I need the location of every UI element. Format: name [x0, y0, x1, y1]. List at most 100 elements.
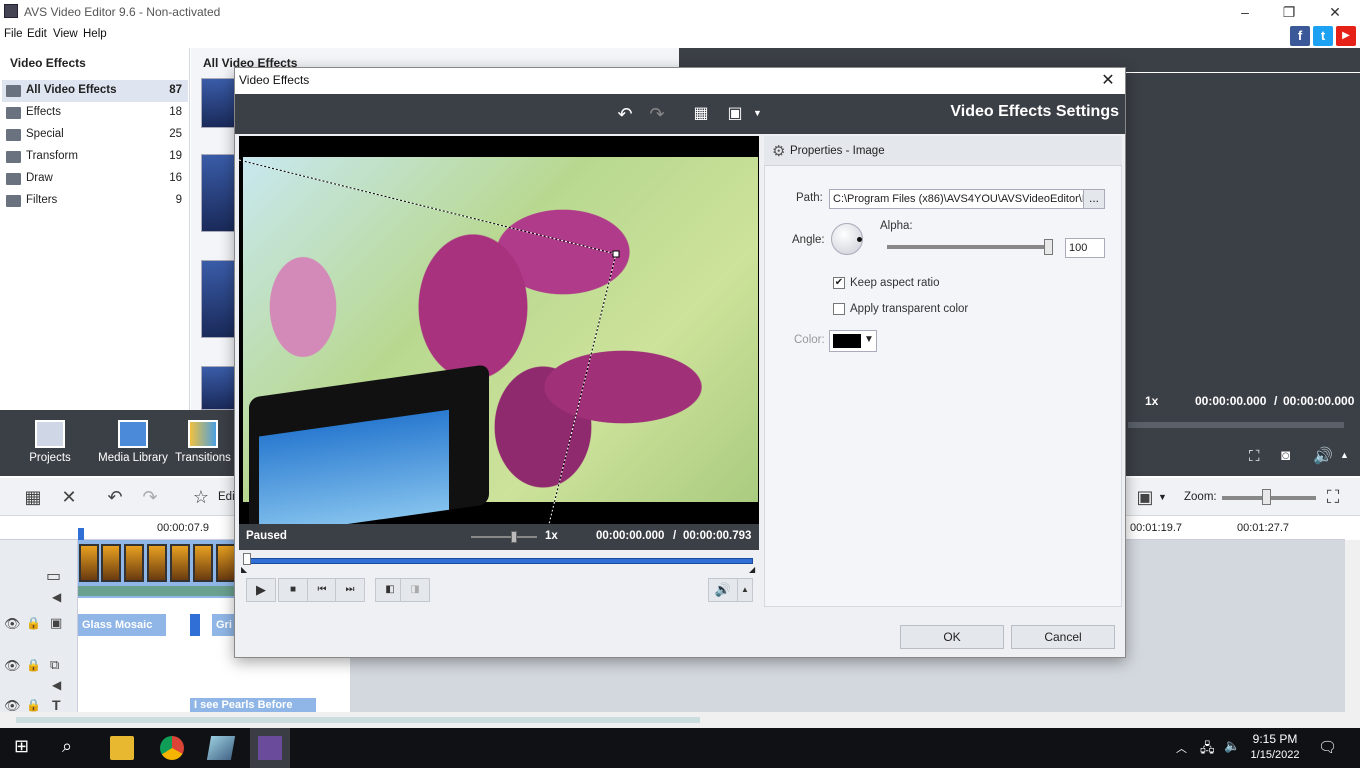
undo-icon[interactable]: ↶ — [104, 486, 126, 508]
nav-media-library[interactable]: Media Library — [93, 416, 173, 472]
scrollbar-thumb[interactable] — [16, 717, 700, 723]
eye-icon[interactable]: 👁 — [4, 616, 21, 632]
windows-start-icon[interactable]: ⊞ — [14, 736, 38, 760]
transform-outline[interactable] — [239, 136, 759, 550]
menu-edit[interactable]: Edit — [27, 28, 47, 40]
lock-icon[interactable]: 🔒 — [26, 698, 41, 712]
minimize-button[interactable]: – — [1236, 3, 1254, 21]
clock-time[interactable]: 9:15 PM — [1250, 732, 1300, 746]
angle-knob[interactable] — [831, 223, 863, 255]
category-draw[interactable]: Draw 16 — [2, 168, 188, 190]
color-picker[interactable]: ▼ — [829, 330, 877, 352]
redo-icon[interactable]: ↷ — [139, 486, 161, 508]
delete-icon[interactable]: ✕ — [58, 486, 80, 508]
app-icon-2[interactable] — [206, 736, 236, 760]
effect-clip-grid[interactable]: Gri — [212, 614, 234, 636]
fit-timeline-icon[interactable]: ⛶ — [1322, 486, 1344, 508]
notifications-icon[interactable]: 🗨 — [1318, 738, 1337, 756]
previous-frame-button[interactable]: ⏮ — [307, 578, 337, 602]
edit-effect-icon[interactable]: ☆ — [190, 486, 212, 508]
category-all-video-effects[interactable]: All Video Effects 87 — [2, 80, 188, 102]
chevron-up-icon[interactable]: ︿ — [1176, 740, 1187, 756]
nav-projects[interactable]: Projects — [10, 416, 90, 472]
undo-icon[interactable]: ↶ — [613, 103, 637, 125]
playhead[interactable] — [78, 528, 84, 540]
lock-icon[interactable]: 🔒 — [26, 658, 41, 672]
snapshot-icon[interactable]: ◙ — [1281, 447, 1290, 464]
start-marker-icon[interactable]: ◣ — [241, 565, 247, 574]
dialog-close-icon[interactable]: ✕ — [1099, 70, 1117, 90]
category-special[interactable]: Special 25 — [2, 124, 188, 146]
path-field[interactable]: C:\Program Files (x86)\AVS4YOU\AVSVideoE… — [829, 189, 1089, 209]
nav-label: Projects — [29, 452, 71, 464]
grid-icon[interactable]: ▦ — [689, 103, 713, 125]
preview-time-current: 00:00:00.000 — [1195, 394, 1267, 408]
maximize-button[interactable]: ❐ — [1280, 3, 1298, 21]
twitter-icon[interactable]: t — [1313, 26, 1333, 46]
stop-button[interactable]: ■ — [278, 578, 308, 602]
transparent-color-label[interactable]: Apply transparent color — [850, 303, 968, 315]
keep-aspect-label[interactable]: Keep aspect ratio — [850, 277, 940, 289]
menu-help[interactable]: Help — [83, 28, 107, 40]
overlay-track-icon: ⧉ — [50, 657, 60, 672]
effect-clip-glass-mosaic[interactable]: Glass Mosaic — [78, 614, 166, 636]
category-filters[interactable]: Filters 9 — [2, 190, 188, 212]
dialog-title: Video Effects — [239, 73, 310, 87]
chevron-down-icon[interactable]: ▼ — [753, 108, 762, 118]
keep-aspect-checkbox[interactable]: ✔ — [833, 277, 845, 289]
alpha-slider[interactable] — [887, 245, 1051, 249]
lock-icon[interactable]: 🔒 — [26, 616, 41, 630]
fullscreen-icon[interactable]: ⛶ — [1249, 448, 1260, 465]
clock-date[interactable]: 1/15/2022 — [1250, 749, 1300, 761]
category-count: 9 — [175, 194, 182, 206]
seek-knob[interactable] — [243, 553, 251, 565]
nav-transitions[interactable]: Transitions — [173, 416, 233, 472]
storyboard-icon[interactable]: ▦ — [22, 486, 44, 508]
speaker-icon[interactable]: 🔈 — [1224, 738, 1240, 754]
effect-clip-selected[interactable] — [190, 614, 200, 636]
end-marker-icon[interactable]: ◢ — [749, 565, 755, 574]
seek-bar[interactable] — [245, 558, 753, 564]
alpha-input[interactable]: 100 — [1065, 238, 1105, 258]
volume-icon[interactable]: 🔊 — [1313, 446, 1333, 466]
search-icon[interactable]: ⌕ — [62, 736, 86, 760]
cancel-button[interactable]: Cancel — [1011, 625, 1115, 649]
transform-handle[interactable] — [612, 250, 620, 258]
menu-view[interactable]: View — [53, 28, 78, 40]
chevron-down-icon[interactable]: ▼ — [864, 334, 874, 345]
preview-scrub-bar[interactable] — [1128, 422, 1344, 428]
chevron-down-icon[interactable]: ▼ — [1158, 492, 1167, 502]
avs-video-editor-icon[interactable] — [258, 736, 282, 760]
monitor-icon[interactable]: ▣ — [1134, 486, 1156, 508]
volume-up-arrow-icon[interactable]: ▲ — [737, 578, 753, 602]
browse-button[interactable]: ... — [1083, 189, 1105, 209]
edit-label[interactable]: Edi — [218, 491, 235, 503]
facebook-icon[interactable]: f — [1290, 26, 1310, 46]
ok-button[interactable]: OK — [900, 625, 1004, 649]
color-label: Color: — [794, 334, 825, 346]
mark-out-button[interactable]: ◨ — [400, 578, 430, 602]
speed-slider-knob[interactable] — [511, 531, 517, 543]
youtube-icon[interactable]: ▶ — [1336, 26, 1356, 46]
monitor-icon[interactable]: ▣ — [723, 103, 747, 125]
menu-file[interactable]: File — [4, 28, 23, 40]
file-explorer-icon[interactable] — [110, 736, 134, 760]
next-frame-button[interactable]: ⏭ — [335, 578, 365, 602]
eye-icon[interactable]: 👁 — [4, 658, 21, 674]
play-button[interactable]: ▶ — [246, 578, 276, 602]
alpha-slider-knob[interactable] — [1044, 239, 1053, 255]
vertical-scrollbar[interactable] — [1345, 540, 1360, 712]
volume-button[interactable]: 🔊 — [708, 578, 738, 602]
category-effects[interactable]: Effects 18 — [2, 102, 188, 124]
network-icon[interactable]: 🖧 — [1200, 739, 1215, 761]
redo-icon[interactable]: ↷ — [645, 103, 669, 125]
text-clip[interactable]: I see Pearls Before — [190, 698, 316, 712]
chrome-icon[interactable] — [160, 736, 184, 760]
zoom-slider-knob[interactable] — [1262, 489, 1271, 505]
close-button[interactable]: ✕ — [1326, 3, 1344, 21]
speed-slider[interactable] — [471, 536, 537, 538]
transparent-color-checkbox[interactable] — [833, 303, 845, 315]
volume-up-arrow-icon[interactable]: ▲ — [1340, 450, 1349, 460]
horizontal-scrollbar[interactable] — [0, 712, 1360, 728]
category-transform[interactable]: Transform 19 — [2, 146, 188, 168]
